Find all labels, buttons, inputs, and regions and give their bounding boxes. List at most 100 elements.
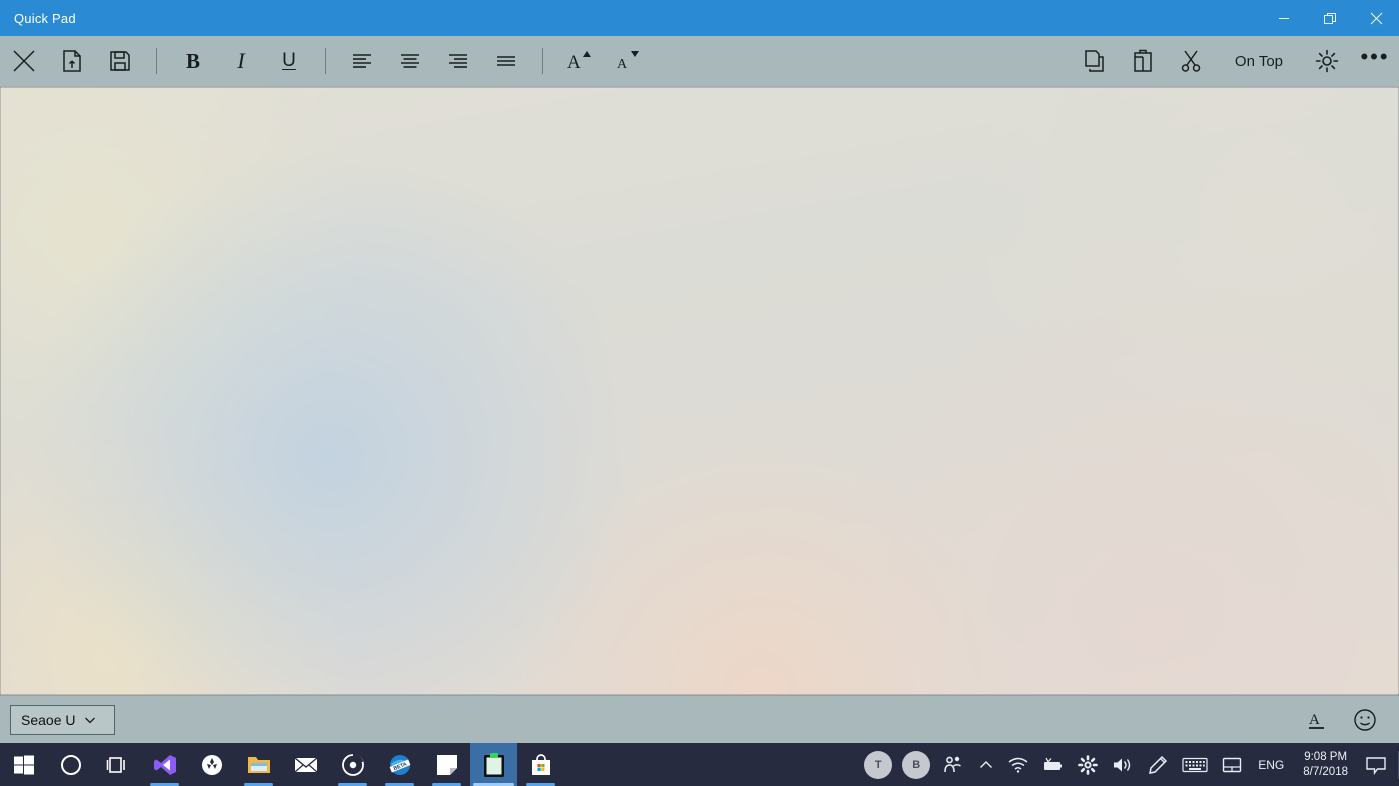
new-file-button[interactable] [48,36,96,87]
windows-ink-button[interactable] [1141,743,1175,786]
text-editor-area[interactable] [0,87,1399,695]
align-justify-button[interactable] [482,36,530,87]
paste-icon [1134,49,1152,72]
font-grow-icon: A [567,51,591,73]
touchpad-button[interactable] [1215,743,1249,786]
align-right-button[interactable] [434,36,482,87]
groove-music-disc-icon [341,753,364,776]
minimize-button[interactable] [1261,0,1307,36]
people-button[interactable] [935,743,971,786]
taskbar-item-mail[interactable] [282,743,329,786]
sticky-notes-icon [436,754,457,775]
bold-label: B [185,48,200,73]
taskbar-item-sticky-notes[interactable] [423,743,470,786]
cortana-circle-icon [60,754,81,775]
font-shrink-icon: A [617,51,639,72]
battery-icon [1044,757,1063,770]
touch-keyboard-button[interactable] [1175,743,1215,786]
windows-taskbar: BETA T B ENG 9:08 PM 8/7/2018 [0,743,1399,786]
underline-button[interactable]: U [265,36,313,87]
clock[interactable]: 9:08 PM 8/7/2018 [1293,750,1358,780]
close-document-button[interactable] [0,36,48,87]
font-family-dropdown[interactable]: Seaoe U [10,704,115,735]
close-icon [13,50,35,72]
avatar-initial: B [912,758,921,771]
restore-button[interactable] [1307,0,1353,36]
keyboard-icon [1182,757,1208,772]
chevron-up-icon [980,760,993,768]
window-title: Quick Pad [14,10,76,26]
bold-button[interactable]: B [169,36,217,87]
taskbar-item-task-view[interactable] [94,743,141,786]
increase-font-size-button[interactable]: A [555,36,603,87]
mail-envelope-icon [294,756,317,772]
volume-button[interactable] [1105,743,1141,786]
save-floppy-icon [110,51,130,71]
tray-settings-button[interactable] [1071,743,1105,786]
battery-button[interactable] [1035,743,1071,786]
italic-label: I [237,48,245,73]
touchpad-icon [1223,757,1242,772]
copy-button[interactable] [1071,36,1119,87]
task-view-icon [106,756,125,773]
paste-button[interactable] [1119,36,1167,87]
file-explorer-folder-icon [247,756,270,773]
minimize-icon [1279,18,1289,19]
align-left-button[interactable] [338,36,386,87]
align-center-button[interactable] [386,36,434,87]
edge-beta-icon: BETA [389,754,410,775]
show-hidden-icons-button[interactable] [971,743,1001,786]
pen-icon [1149,755,1168,774]
clock-time: 9:08 PM [1304,750,1348,763]
font-color-icon: A [1309,712,1324,729]
italic-button[interactable]: I [217,36,265,87]
quick-pad-clipboard-icon [483,752,504,777]
network-button[interactable] [1001,743,1035,786]
taskbar-item-microsoft-store[interactable] [517,743,564,786]
taskbar-item-start[interactable] [0,743,47,786]
avatar-initial: T [874,758,882,771]
close-button[interactable] [1353,0,1399,36]
more-options-label: ••• [1360,44,1390,69]
taskbar-item-file-explorer[interactable] [235,743,282,786]
visual-studio-icon [153,754,176,775]
svg-text:A: A [1309,712,1320,728]
taskbar-item-edge-beta[interactable]: BETA [376,743,423,786]
taskbar-item-app-circle[interactable] [188,743,235,786]
windows-start-icon [13,755,34,774]
svg-text:A: A [567,52,581,73]
people-icon [944,756,962,772]
action-center-button[interactable] [1358,743,1394,786]
desktop-root: Quick Pad B I U A A On Top ••• Seaoe U A… [0,0,1399,786]
cut-button[interactable] [1167,36,1215,87]
volume-icon [1114,758,1131,771]
language-indicator[interactable]: ENG [1249,743,1293,786]
more-options-button[interactable]: ••• [1351,36,1399,87]
emoji-smiley-icon [1354,708,1376,731]
wifi-icon [1008,757,1028,773]
decrease-font-size-button[interactable]: A [603,36,651,87]
taskbar-item-cortana[interactable] [47,743,94,786]
restore-icon [1323,12,1336,24]
on-top-toggle[interactable]: On Top [1215,36,1303,87]
microsoft-store-icon [531,753,550,775]
taskbar-item-quick-pad[interactable] [470,743,517,786]
avatar-t[interactable]: T [864,750,893,779]
font-color-button[interactable]: A [1293,700,1341,740]
system-tray: T B ENG 9:08 PM 8/7/2018 [859,743,1399,786]
taskbar-item-groove-music[interactable] [329,743,376,786]
toolbar-separator-1 [156,48,157,74]
emoji-button[interactable] [1341,700,1389,740]
formatting-toolbar: B I U A A On Top ••• [0,36,1399,87]
font-family-value: Seaoe U [21,711,76,728]
gear-icon [1315,49,1339,73]
app-circle-icon [201,754,222,775]
align-justify-icon [497,56,515,66]
toolbar-separator-2 [325,48,326,74]
save-button[interactable] [96,36,144,87]
window-titlebar[interactable]: Quick Pad [0,0,1399,36]
gear-icon [1078,754,1099,775]
settings-button[interactable] [1303,36,1351,87]
taskbar-item-visual-studio[interactable] [141,743,188,786]
avatar-b[interactable]: B [902,750,931,779]
